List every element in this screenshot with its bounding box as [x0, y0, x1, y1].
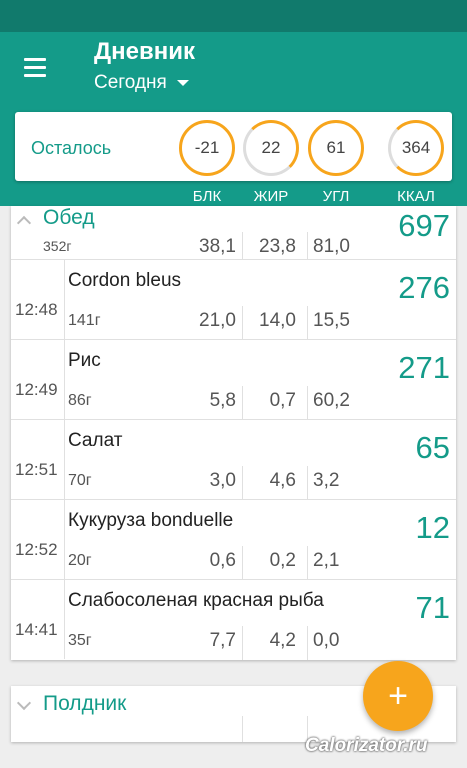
- divider: [64, 260, 65, 339]
- meal-header-lunch[interactable]: Обед 352г 38,1 23,8 81,0 697: [11, 206, 456, 260]
- divider: [307, 306, 308, 340]
- entry-protein: 3,0: [209, 470, 236, 491]
- column-header-kcal: ККАЛ: [397, 188, 435, 205]
- page-title: Дневник: [94, 38, 195, 65]
- fat-remaining-value: 22: [261, 138, 281, 157]
- entry-kcal: 12: [415, 510, 450, 545]
- entry-carbs: 2,1: [313, 550, 340, 571]
- entry-time: 12:52: [15, 540, 58, 559]
- entry-name: Кукуруза bonduelle: [68, 510, 234, 531]
- entry-time: 14:41: [15, 620, 58, 639]
- divider: [242, 466, 243, 500]
- meal-card-lunch: Обед 352г 38,1 23,8 81,0 697 12:48 Cordo…: [11, 206, 456, 660]
- protein-remaining-value: -21: [194, 138, 220, 157]
- entry-time: 12:51: [15, 460, 58, 479]
- entry-time: 12:48: [15, 300, 58, 319]
- divider: [307, 546, 308, 580]
- protein-remaining-ring: -21: [179, 120, 235, 176]
- entry-protein: 5,8: [209, 390, 236, 411]
- divider: [64, 500, 65, 579]
- meal-protein: 38,1: [199, 236, 236, 257]
- divider: [307, 466, 308, 500]
- food-entry[interactable]: 12:49 Рис 86г 5,8 0,7 60,2 271: [11, 340, 456, 420]
- divider: [242, 716, 243, 742]
- carbs-remaining-ring: 61: [308, 120, 364, 176]
- entry-name: Слабосоленая красная рыба: [68, 590, 324, 611]
- entry-weight: 70г: [68, 472, 92, 489]
- meal-carbs: 81,0: [313, 236, 350, 257]
- chevron-down-icon[interactable]: [16, 695, 32, 711]
- status-bar: [0, 0, 467, 32]
- entry-kcal: 71: [415, 590, 450, 625]
- divider: [64, 580, 65, 659]
- meal-name: Полдник: [43, 692, 127, 715]
- entry-carbs: 3,2: [313, 470, 340, 491]
- caret-down-icon: [176, 80, 189, 86]
- entry-name: Cordon bleus: [68, 270, 182, 291]
- entry-carbs: 15,5: [313, 310, 350, 331]
- entry-protein: 7,7: [209, 630, 236, 651]
- entry-weight: 20г: [68, 552, 92, 569]
- watermark: Calorizator.ru: [305, 735, 428, 756]
- entry-carbs: 60,2: [313, 390, 350, 411]
- entry-kcal: 276: [398, 270, 450, 305]
- divider: [242, 232, 243, 260]
- divider: [64, 420, 65, 499]
- column-header-protein: БЛК: [192, 188, 222, 205]
- divider: [307, 386, 308, 420]
- remaining-summary-card: Осталось -21 22 61 364: [15, 112, 452, 181]
- remaining-label: Осталось: [31, 138, 112, 158]
- divider: [242, 546, 243, 580]
- fat-remaining-ring: 22: [243, 120, 299, 176]
- meal-name: Обед: [43, 206, 95, 229]
- kcal-remaining-ring: 364: [388, 120, 444, 176]
- entry-weight: 35г: [68, 632, 92, 649]
- column-header-fat: ЖИР: [253, 188, 289, 205]
- date-label: Сегодня: [94, 72, 167, 93]
- chevron-up-icon[interactable]: [16, 215, 32, 231]
- food-entry[interactable]: 14:41 Слабосоленая красная рыба 35г 7,7 …: [11, 580, 456, 660]
- divider: [307, 232, 308, 260]
- entry-kcal: 65: [415, 430, 450, 465]
- carbs-remaining-value: 61: [326, 138, 346, 157]
- add-food-button[interactable]: +: [363, 661, 433, 731]
- divider: [242, 306, 243, 340]
- entry-name: Рис: [68, 350, 101, 371]
- entry-protein: 0,6: [209, 550, 236, 571]
- kcal-remaining-value: 364: [401, 138, 431, 157]
- divider: [242, 626, 243, 660]
- meal-weight: 352г: [43, 238, 72, 254]
- entry-weight: 141г: [68, 312, 101, 329]
- entry-carbs: 0,0: [313, 630, 340, 651]
- entry-weight: 86г: [68, 392, 92, 409]
- meal-kcal: 697: [398, 208, 450, 243]
- entry-protein: 21,0: [199, 310, 236, 331]
- divider: [242, 386, 243, 420]
- menu-icon[interactable]: [22, 58, 50, 80]
- entry-name: Салат: [68, 430, 123, 451]
- food-entry[interactable]: 12:52 Кукуруза bonduelle 20г 0,6 0,2 2,1…: [11, 500, 456, 580]
- entry-time: 12:49: [15, 380, 58, 399]
- column-header-carbs: УГЛ: [322, 188, 350, 205]
- food-entry[interactable]: 12:48 Cordon bleus 141г 21,0 14,0 15,5 2…: [11, 260, 456, 340]
- divider: [307, 626, 308, 660]
- entry-kcal: 271: [398, 350, 450, 385]
- divider: [64, 340, 65, 419]
- food-entry[interactable]: 12:51 Салат 70г 3,0 4,6 3,2 65: [11, 420, 456, 500]
- date-dropdown[interactable]: Сегодня: [94, 72, 189, 94]
